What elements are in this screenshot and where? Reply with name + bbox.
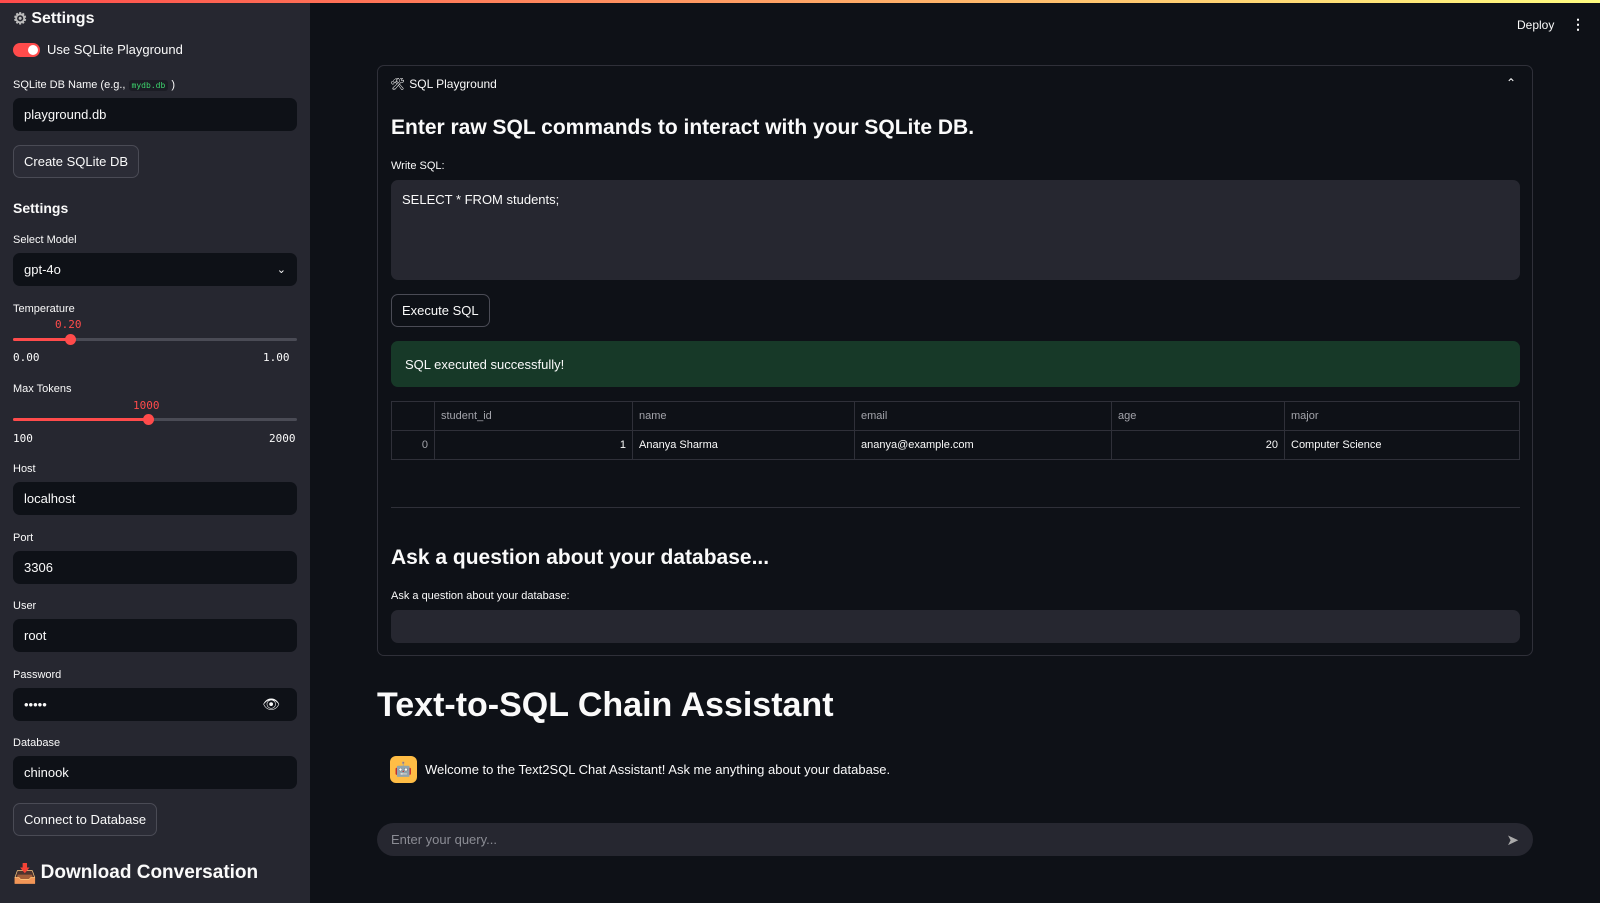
download-heading-text: Download Conversation bbox=[40, 862, 259, 883]
database-input[interactable]: chinook bbox=[13, 756, 297, 789]
welcome-text: Welcome to the Text2SQL Chat Assistant! … bbox=[425, 762, 891, 777]
slider-thumb[interactable] bbox=[64, 334, 76, 345]
results-table[interactable]: student_id name email age major 0 1 Anan… bbox=[391, 401, 1520, 460]
page-title: Text-to-SQL Chain Assistant bbox=[377, 686, 834, 724]
sqlite-toggle[interactable]: Use SQLite Playground bbox=[13, 42, 183, 57]
temperature-min: 0.00 bbox=[13, 351, 40, 364]
temperature-slider[interactable] bbox=[13, 334, 297, 345]
question-heading: Ask a question about your database... bbox=[391, 546, 770, 569]
db-name-input[interactable]: playground.db bbox=[13, 98, 297, 131]
column-header[interactable]: student_id bbox=[434, 401, 633, 431]
max-tokens-slider[interactable] bbox=[13, 414, 297, 425]
chevron-down-icon: ⌄ bbox=[276, 264, 286, 276]
table-cell[interactable]: ananya@example.com bbox=[854, 430, 1112, 460]
max-tokens-max: 2000 bbox=[269, 432, 296, 445]
column-header[interactable]: name bbox=[632, 401, 855, 431]
host-input[interactable]: localhost bbox=[13, 482, 297, 515]
more-menu-icon[interactable]: ⋮ bbox=[1571, 16, 1585, 33]
temperature-value: 0.20 bbox=[55, 318, 82, 331]
model-select[interactable]: gpt-4o ⌄ bbox=[13, 253, 297, 286]
chat-input[interactable]: Enter your query... ➤ bbox=[377, 823, 1533, 856]
password-value: ••••• bbox=[24, 697, 47, 712]
expander-header[interactable]: 🛠 SQL Playground bbox=[390, 77, 497, 91]
sql-textarea[interactable]: SELECT * FROM students; bbox=[391, 180, 1520, 280]
model-label: Select Model bbox=[13, 234, 77, 246]
max-tokens-min: 100 bbox=[13, 432, 33, 445]
execute-sql-button[interactable]: Execute SQL bbox=[391, 294, 490, 327]
user-input[interactable]: root bbox=[13, 619, 297, 652]
sql-label: Write SQL: bbox=[391, 160, 445, 172]
db-name-label: SQLite DB Name (e.g., mydb.db ) bbox=[13, 79, 175, 91]
temperature-max: 1.00 bbox=[263, 351, 290, 364]
table-row: 0 1 Ananya Sharma ananya@example.com 20 … bbox=[391, 430, 1520, 460]
database-label: Database bbox=[13, 737, 61, 749]
sidebar: ⚙ Settings Use SQLite Playground SQLite D… bbox=[0, 3, 310, 903]
hammer-wrench-icon: 🛠 bbox=[390, 77, 406, 91]
password-input[interactable]: ••••• 👁 bbox=[13, 688, 297, 721]
column-header[interactable]: major bbox=[1284, 401, 1520, 431]
send-icon[interactable]: ➤ bbox=[1506, 831, 1519, 849]
gear-icon: ⚙ bbox=[13, 11, 28, 28]
temperature-label: Temperature bbox=[13, 303, 75, 315]
table-cell[interactable]: Computer Science bbox=[1284, 430, 1520, 460]
robot-icon: 🤖 bbox=[390, 756, 417, 783]
port-input[interactable]: 3306 bbox=[13, 551, 297, 584]
toggle-label: Use SQLite Playground bbox=[47, 42, 183, 57]
column-header[interactable]: email bbox=[854, 401, 1112, 431]
max-tokens-value: 1000 bbox=[133, 399, 160, 412]
table-cell[interactable]: Ananya Sharma bbox=[632, 430, 855, 460]
chat-placeholder: Enter your query... bbox=[391, 832, 497, 847]
inbox-tray-icon: 📥 bbox=[13, 864, 37, 885]
model-value: gpt-4o bbox=[24, 262, 61, 277]
connect-button[interactable]: Connect to Database bbox=[13, 803, 158, 836]
sidebar-title: ⚙ Settings bbox=[13, 9, 94, 29]
settings-heading: Settings bbox=[13, 200, 69, 216]
port-label: Port bbox=[13, 532, 34, 544]
row-index: 0 bbox=[391, 430, 435, 460]
table-cell[interactable]: 20 bbox=[1111, 430, 1285, 460]
max-tokens-label: Max Tokens bbox=[13, 383, 72, 395]
table-cell[interactable]: 1 bbox=[434, 430, 633, 460]
deploy-button[interactable]: Deploy bbox=[1517, 18, 1554, 32]
column-header[interactable] bbox=[391, 401, 435, 431]
table-header-row: student_id name email age major bbox=[391, 401, 1520, 431]
chevron-up-icon[interactable]: ⌃ bbox=[1506, 76, 1516, 90]
playground-heading: Enter raw SQL commands to interact with … bbox=[391, 116, 975, 139]
divider bbox=[391, 507, 1520, 508]
slider-thumb[interactable] bbox=[142, 414, 154, 425]
download-heading: 📥 Download Conversation bbox=[13, 862, 258, 886]
question-label: Ask a question about your database: bbox=[391, 590, 570, 602]
user-label: User bbox=[13, 600, 37, 612]
success-alert: SQL executed successfully! bbox=[391, 341, 1520, 387]
sidebar-title-text: Settings bbox=[31, 10, 95, 27]
expander-title: SQL Playground bbox=[409, 77, 497, 91]
column-header[interactable]: age bbox=[1111, 401, 1285, 431]
question-input[interactable] bbox=[391, 610, 1520, 643]
create-db-button[interactable]: Create SQLite DB bbox=[13, 145, 140, 178]
toggle-switch[interactable] bbox=[13, 42, 40, 57]
password-label: Password bbox=[13, 669, 62, 681]
sql-playground-expander: 🛠 SQL Playground ⌃ Enter raw SQL commands… bbox=[377, 65, 1533, 656]
host-label: Host bbox=[13, 463, 36, 475]
chat-message: 🤖 Welcome to the Text2SQL Chat Assistant… bbox=[390, 756, 890, 783]
eye-icon[interactable]: 👁 bbox=[262, 696, 280, 713]
